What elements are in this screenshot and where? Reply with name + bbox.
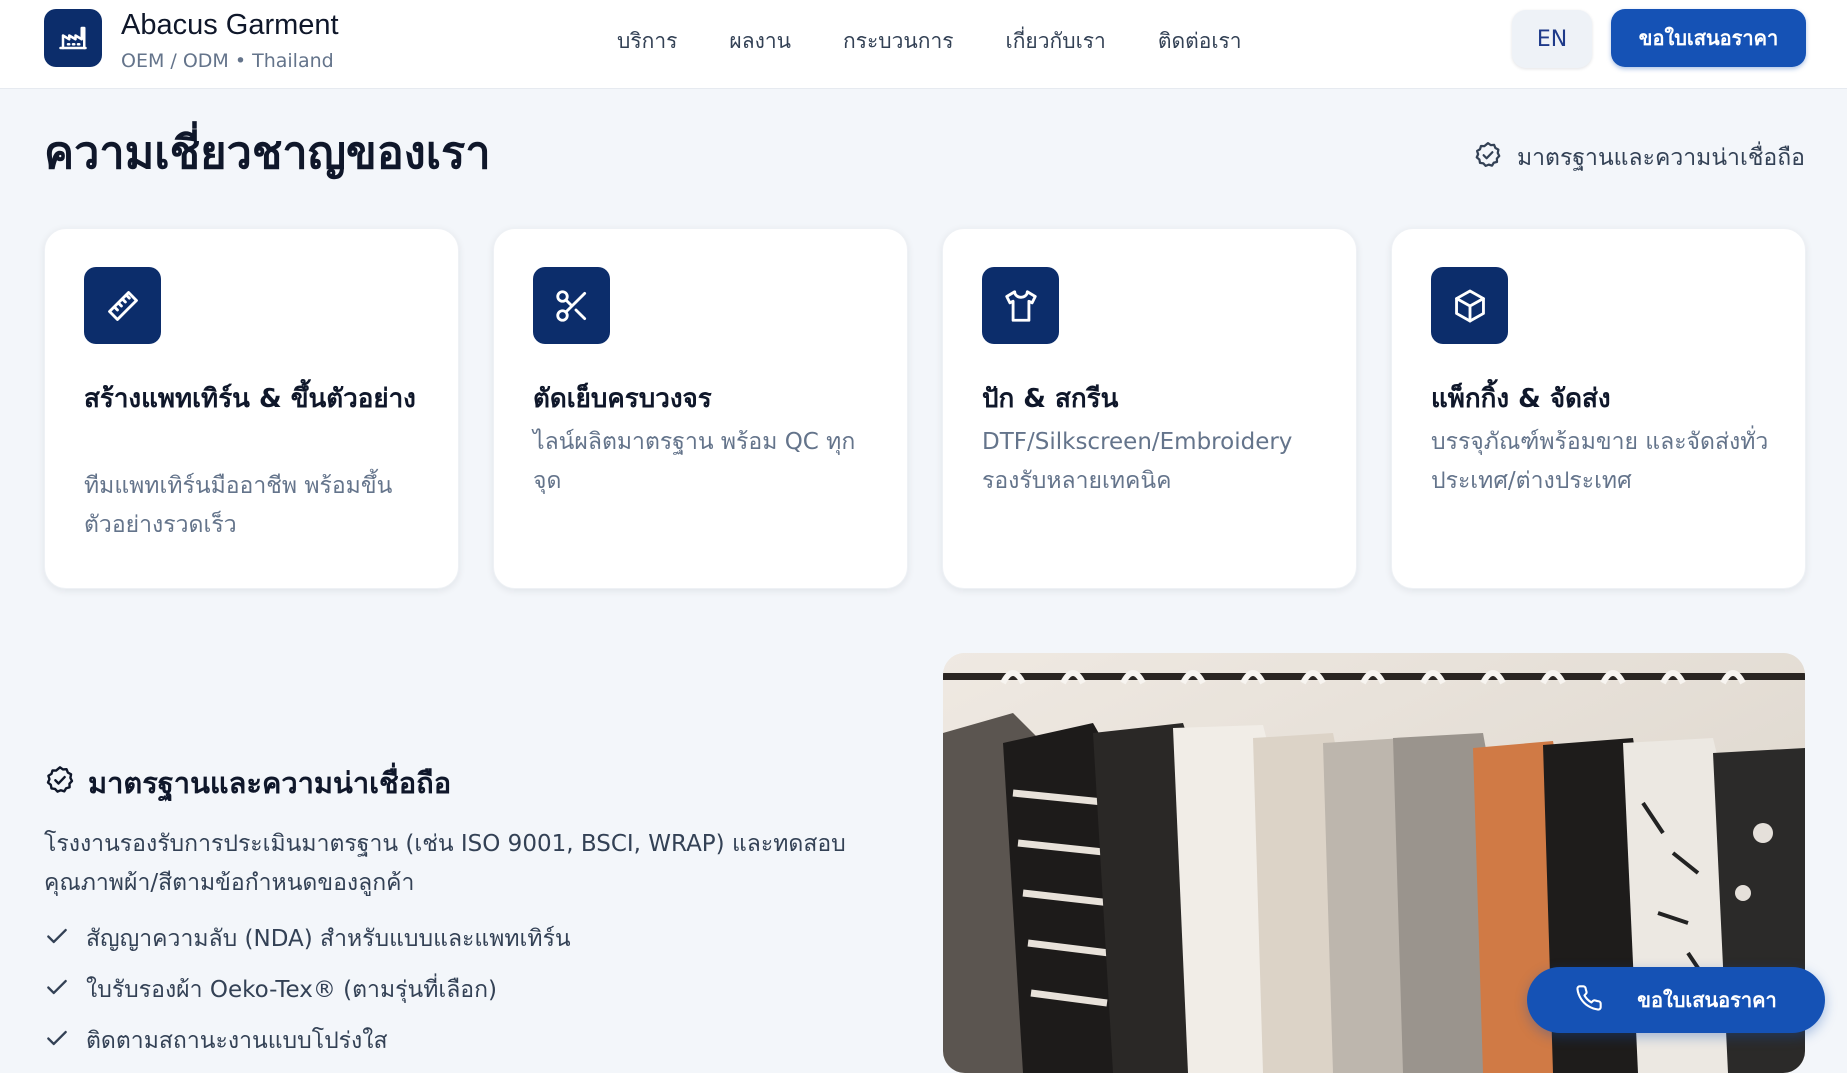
list-item: ติดตามสถานะงานแบบโปร่งใส: [44, 1015, 884, 1066]
badge-label: มาตรฐานและความน่าเชื่อถือ: [1516, 145, 1805, 171]
badge-check-icon: [44, 764, 76, 803]
card-description: ไลน์ผลิตมาตรฐาน พร้อม QC ทุกจุด: [533, 429, 856, 494]
standards-checklist: สัญญาความลับ (NDA) สำหรับแบบและแพทเทิร์น…: [44, 913, 884, 1066]
floating-quote-label: ขอใบเสนอราคา: [1637, 988, 1777, 1012]
site-header: Abacus Garment OEM / ODM • Thailand บริก…: [0, 0, 1847, 89]
nav-contact[interactable]: ติดต่อเรา: [1158, 25, 1242, 58]
nav-process[interactable]: กระบวนการ: [843, 25, 954, 58]
brand-name[interactable]: Abacus Garment: [121, 9, 339, 42]
section-title: ความเชี่ยวชาญของเรา: [44, 126, 491, 179]
phone-icon: [1575, 984, 1603, 1017]
list-item: ใบรับรองผ้า Oeko-Tex® (ตามรุ่นที่เลือก): [44, 964, 884, 1015]
standards-description: โรงงานรองรับการประเมินมาตรฐาน (เช่น ISO …: [44, 831, 846, 896]
list-item-text: ใบรับรองผ้า Oeko-Tex® (ตามรุ่นที่เลือก): [86, 976, 498, 1003]
card-title: แพ็กกิ้ง & จัดส่ง: [1431, 384, 1611, 414]
language-toggle-button[interactable]: EN: [1512, 10, 1592, 68]
shirt-icon: [982, 267, 1059, 344]
service-card-sewing[interactable]: ตัดเย็บครบวงจร ไลน์ผลิตมาตรฐาน พร้อม QC …: [493, 228, 908, 589]
badge-check-icon: [1473, 140, 1503, 176]
service-card-packing[interactable]: แพ็กกิ้ง & จัดส่ง บรรจุภัณฑ์พร้อมขาย และ…: [1391, 228, 1806, 589]
main-nav: บริการ ผลงาน กระบวนการ เกี่ยวกับเรา ติดต…: [617, 25, 1242, 58]
brand-tagline: OEM / ODM • Thailand: [121, 50, 334, 72]
standards-badge: มาตรฐานและความน่าเชื่อถือ: [1473, 140, 1805, 176]
list-item-text: ติดตามสถานะงานแบบโปร่งใส: [86, 1027, 388, 1054]
standards-heading-text: มาตรฐานและความน่าเชื่อถือ: [88, 766, 452, 800]
check-icon: [44, 923, 70, 955]
service-card-embroidery[interactable]: ปัก & สกรีน DTF/Silkscreen/Embroidery รอ…: [942, 228, 1357, 589]
nav-portfolio[interactable]: ผลงาน: [729, 25, 791, 58]
check-icon: [44, 974, 70, 1006]
service-card-pattern[interactable]: สร้างแพทเทิร์น & ขึ้นตัวอย่าง ทีมแพทเทิร…: [44, 228, 459, 589]
check-icon: [44, 1025, 70, 1057]
nav-services[interactable]: บริการ: [617, 25, 677, 58]
list-item: สัญญาความลับ (NDA) สำหรับแบบและแพทเทิร์น: [44, 913, 884, 964]
service-cards: สร้างแพทเทิร์น & ขึ้นตัวอย่าง ทีมแพทเทิร…: [44, 228, 1806, 589]
card-title: ปัก & สกรีน: [982, 384, 1119, 414]
factory-logo-icon[interactable]: [44, 9, 102, 67]
nav-about[interactable]: เกี่ยวกับเรา: [1006, 25, 1106, 58]
scissors-icon: [533, 267, 610, 344]
card-title: สร้างแพทเทิร์น & ขึ้นตัวอย่าง: [84, 384, 416, 414]
ruler-icon: [84, 267, 161, 344]
card-description: ทีมแพทเทิร์นมืออาชีพ พร้อมขึ้นตัวอย่างรว…: [84, 473, 393, 538]
card-title: ตัดเย็บครบวงจร: [533, 384, 712, 414]
card-description: DTF/Silkscreen/Embroidery รองรับหลายเทคน…: [982, 429, 1293, 494]
standards-heading: มาตรฐานและความน่าเชื่อถือ: [44, 760, 884, 806]
list-item-text: สัญญาความลับ (NDA) สำหรับแบบและแพทเทิร์น: [86, 925, 571, 952]
package-icon: [1431, 267, 1508, 344]
floating-quote-button[interactable]: ขอใบเสนอราคา: [1527, 967, 1825, 1033]
card-description: บรรจุภัณฑ์พร้อมขาย และจัดส่งทั่วประเทศ/ต…: [1431, 429, 1769, 494]
standards-section: มาตรฐานและความน่าเชื่อถือ โรงงานรองรับกา…: [44, 760, 884, 1066]
request-quote-button[interactable]: ขอใบเสนอราคา: [1611, 9, 1806, 67]
